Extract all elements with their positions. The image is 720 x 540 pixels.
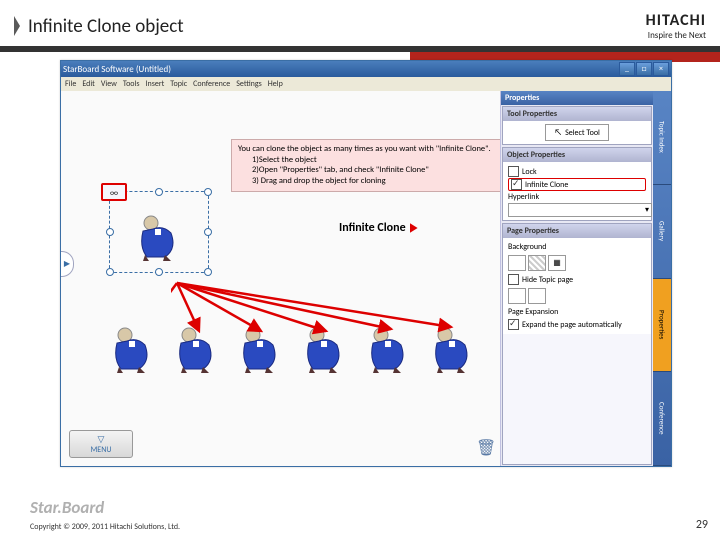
instr-step2: 2)Open "Properties" tab, and check "Infi… — [252, 165, 498, 176]
instr-step3: 3) Drag and drop the object for cloning — [252, 176, 498, 187]
infinite-clone-label-left: Infinite Clone — [339, 221, 418, 235]
instruction-callout: You can clone the object as many times a… — [231, 139, 501, 192]
lock-checkbox[interactable] — [508, 166, 519, 177]
infinity-badge: ∞ — [101, 183, 127, 201]
app-window: StarBoard Software (Untitled) _ □ × File… — [60, 60, 672, 467]
title-chevron-icon — [14, 16, 20, 36]
nav-left-toggle[interactable]: ▶ — [61, 251, 74, 277]
minimize-button[interactable]: _ — [619, 62, 635, 76]
hide-option-2[interactable] — [528, 288, 546, 304]
hide-topic-row[interactable]: Hide Topic page — [508, 273, 646, 286]
right-tab-strip: Topic Index Gallery Properties Conferenc… — [653, 91, 671, 466]
window-title: StarBoard Software (Untitled) — [63, 64, 171, 75]
tab-topic-index[interactable]: Topic Index — [653, 91, 671, 185]
menu-insert[interactable]: Insert — [145, 79, 164, 89]
expand-auto-row[interactable]: Expand the page automatically — [508, 318, 646, 331]
tool-properties-panel: Tool Properties ↖ Select Tool — [502, 106, 652, 145]
menu-edit[interactable]: Edit — [82, 79, 95, 89]
red-triangle-icon — [410, 223, 418, 233]
infinite-clone-checkbox[interactable] — [511, 179, 522, 190]
sidebar-header: Properties — [501, 91, 653, 105]
brand-tag: Inspire the Next — [646, 30, 706, 41]
hitachi-logo: HITACHI Inspire the Next — [646, 11, 706, 41]
hyperlink-label: Hyperlink — [508, 191, 646, 203]
starboard-logo: Star.Board — [30, 497, 104, 518]
instr-line1: You can clone the object as many times a… — [238, 144, 498, 155]
canvas-menu-button[interactable]: ▽ MENU — [69, 430, 133, 458]
bg-pattern-swatch[interactable] — [528, 255, 546, 271]
page-properties-panel: Page Properties Background ▦ Hide Topic … — [502, 223, 652, 465]
canvas[interactable]: ▶ You can clone the object as many times… — [61, 91, 501, 466]
window-titlebar: StarBoard Software (Untitled) _ □ × — [61, 61, 671, 77]
hide-option-1[interactable] — [508, 288, 526, 304]
page-properties-title: Page Properties — [503, 224, 651, 238]
slide-title: Infinite Clone object — [28, 15, 184, 38]
menu-view[interactable]: View — [101, 79, 117, 89]
bg-white-swatch[interactable] — [508, 255, 526, 271]
menu-tools[interactable]: Tools — [123, 79, 140, 89]
object-properties-panel: Object Properties Lock Infinite Clone Hy… — [502, 147, 652, 221]
hide-topic-checkbox[interactable] — [508, 274, 519, 285]
menu-help[interactable]: Help — [268, 79, 283, 89]
tab-gallery[interactable]: Gallery — [653, 185, 671, 279]
page-number: 29 — [696, 518, 708, 532]
menu-topic[interactable]: Topic — [170, 79, 187, 89]
brand-main: HITACHI — [646, 11, 706, 30]
expand-auto-checkbox[interactable] — [508, 319, 519, 330]
hyperlink-select[interactable] — [508, 203, 652, 217]
red-arrows-icon — [171, 281, 491, 351]
maximize-button[interactable]: □ — [636, 62, 652, 76]
menu-settings[interactable]: Settings — [236, 79, 262, 89]
instr-step1: 1)Select the object — [252, 155, 498, 166]
copyright: Copyright © 2009, 2011 Hitachi Solutions… — [30, 522, 180, 532]
properties-sidebar: Properties Tool Properties ↖ Select Tool… — [501, 91, 653, 466]
lock-row[interactable]: Lock — [508, 165, 646, 178]
close-button[interactable]: × — [653, 62, 669, 76]
trash-icon[interactable]: 🗑 — [476, 438, 492, 458]
select-tool-button[interactable]: ↖ Select Tool — [545, 124, 609, 141]
page-expansion-label: Page Expansion — [508, 306, 646, 318]
menu-file[interactable]: File — [65, 79, 76, 89]
player-clone[interactable] — [109, 323, 157, 375]
player-original[interactable] — [135, 211, 183, 263]
menu-conference[interactable]: Conference — [193, 79, 230, 89]
tool-properties-title: Tool Properties — [503, 107, 651, 121]
tab-properties[interactable]: Properties — [653, 279, 671, 373]
background-label: Background — [508, 241, 646, 253]
menubar: File Edit View Tools Insert Topic Confer… — [61, 77, 671, 92]
infinite-clone-row[interactable]: Infinite Clone — [508, 178, 646, 191]
object-properties-title: Object Properties — [503, 148, 651, 162]
bg-image-swatch[interactable]: ▦ — [548, 255, 566, 271]
tab-conference[interactable]: Conference — [653, 372, 671, 466]
